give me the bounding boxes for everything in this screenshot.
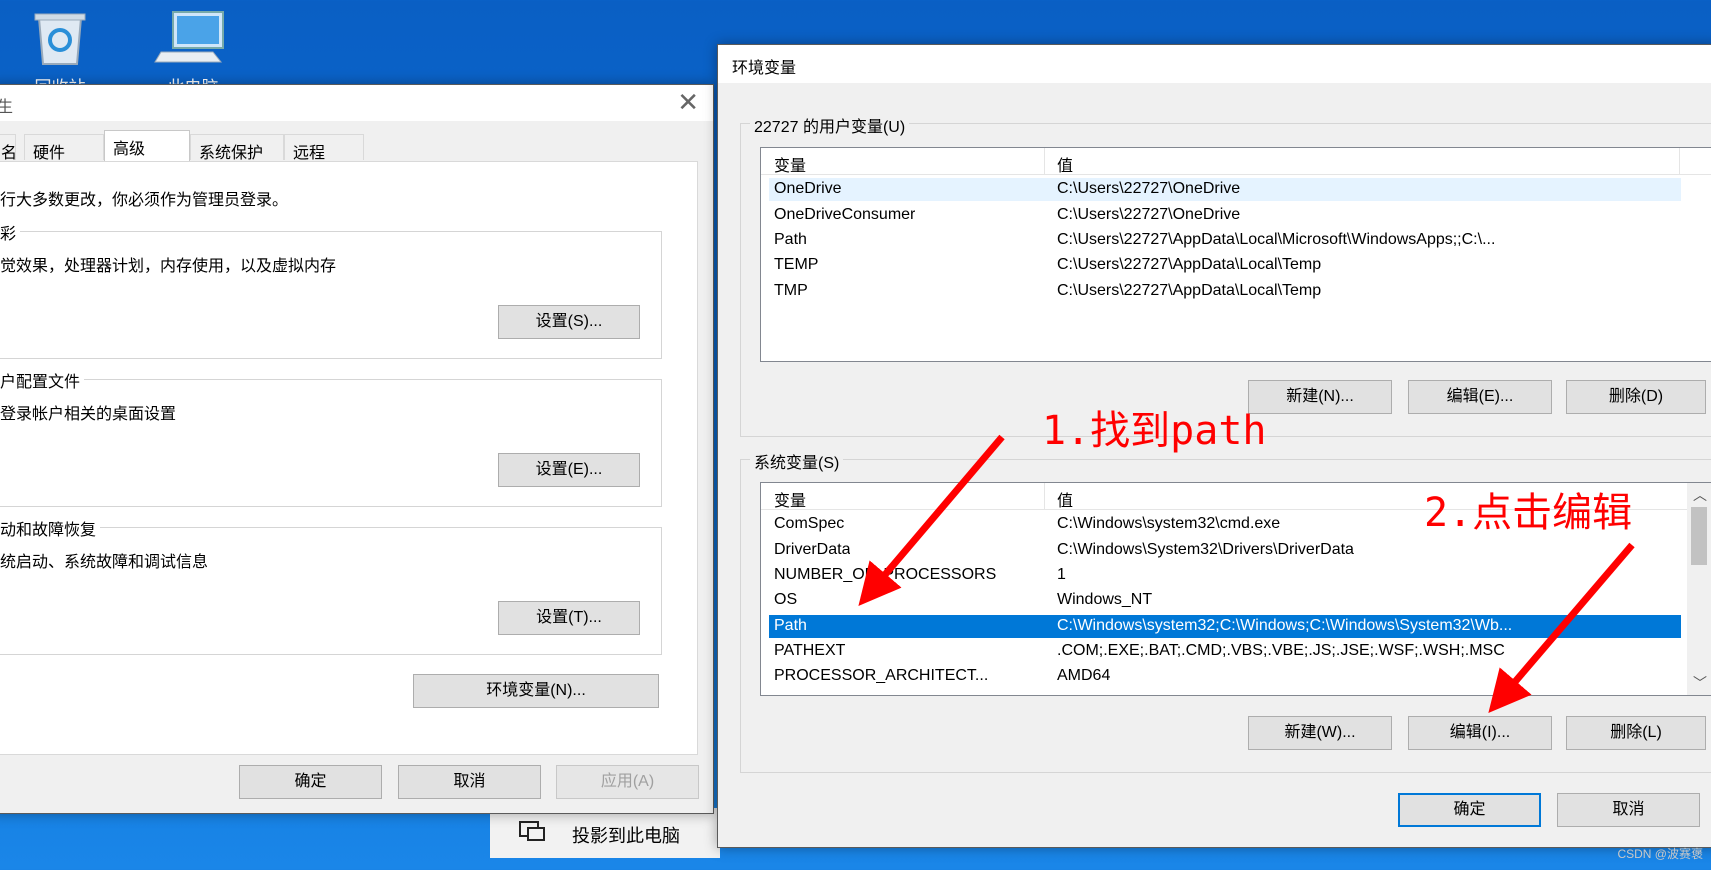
arrow-to-path-row — [858, 434, 1005, 607]
arrow-to-edit-button — [1488, 542, 1635, 713]
annotation-arrows — [858, 434, 1635, 713]
watermark: CSDN @波赛褒 — [1617, 847, 1703, 861]
